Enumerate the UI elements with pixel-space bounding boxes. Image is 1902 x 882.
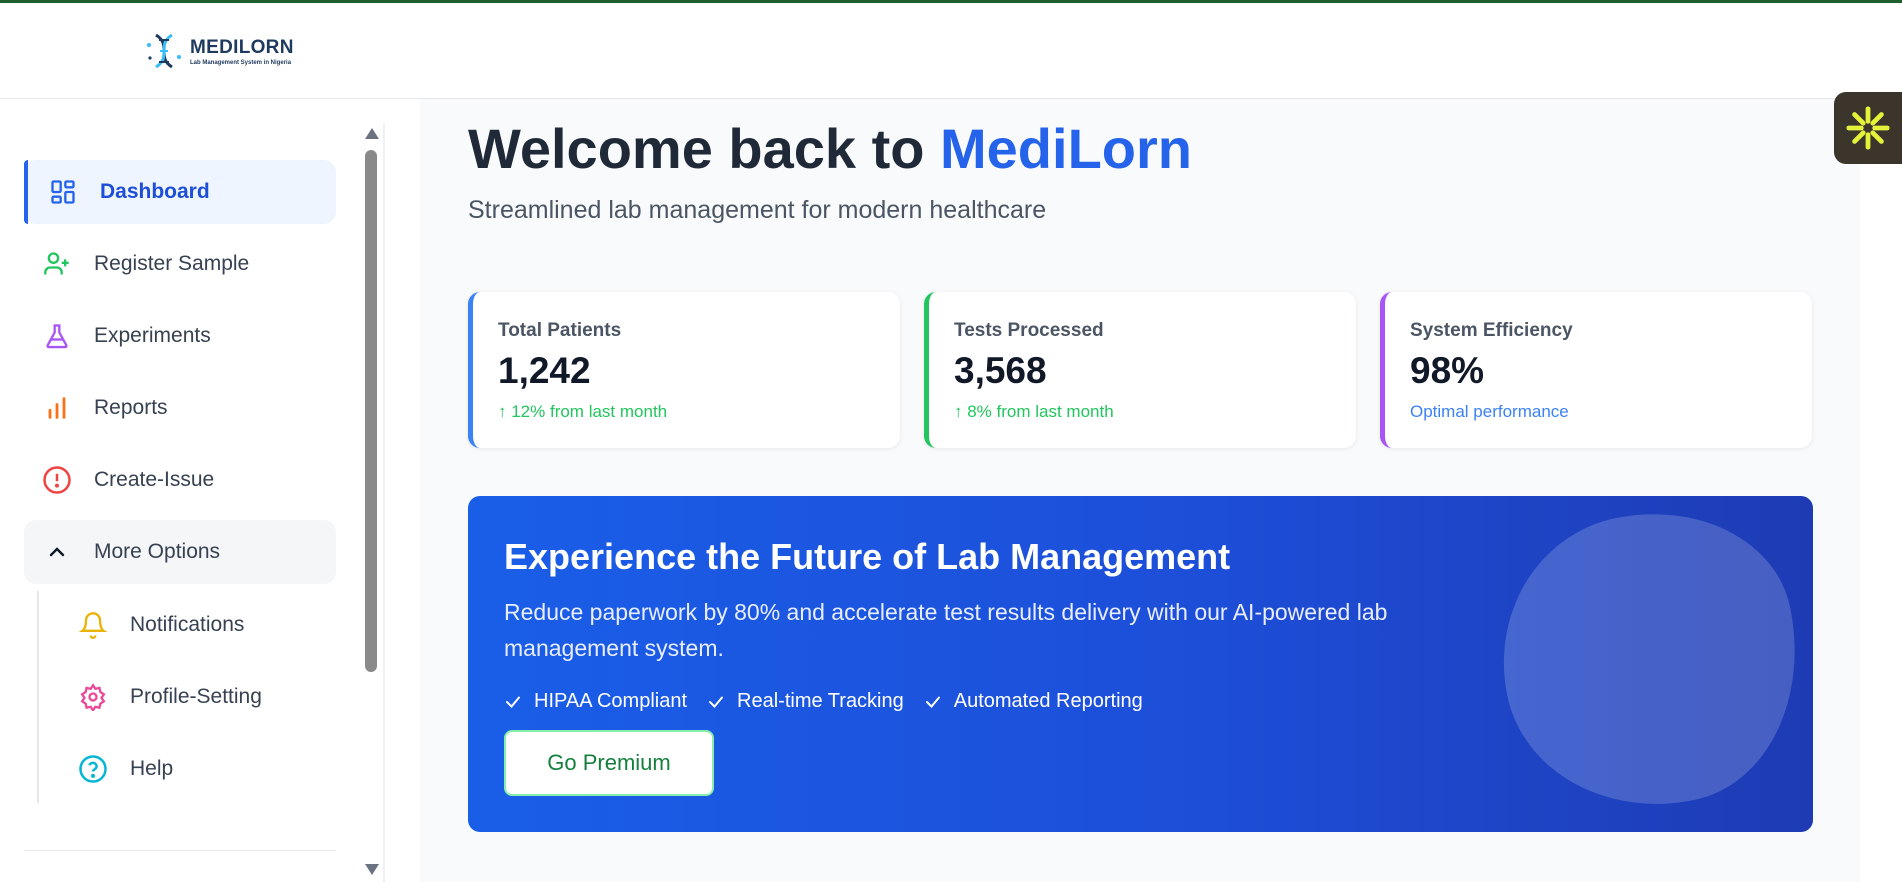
feature-item: HIPAA Compliant [504,690,687,713]
sidebar-divider [383,123,385,882]
feature-label: Automated Reporting [953,690,1143,712]
feature-list: HIPAA Compliant Real-time Tracking Autom… [504,690,1143,713]
page-title-prefix: Welcome back to [468,117,941,180]
stat-label: Tests Processed [954,320,1104,341]
feature-label: HIPAA Compliant [534,690,688,712]
settings-gear-icon [76,680,110,714]
help-circle-icon [76,752,110,786]
grid-icon [46,175,80,209]
assistant-widget-button[interactable] [1834,92,1902,164]
flask-icon [40,319,74,353]
bar-chart-icon [40,391,74,425]
sidebar-item-register-sample[interactable]: Register Sample [24,232,336,296]
brand-tagline: Lab Management System in Nigeria [190,59,292,66]
sidebar-item-dashboard[interactable]: Dashboard [24,160,336,224]
stat-note: Optimal performance [1410,402,1569,421]
scroll-up-arrow-icon[interactable] [365,128,379,139]
scroll-thumb[interactable] [365,150,377,672]
feature-item: Automated Reporting [924,690,1143,713]
feature-label: Real-time Tracking [737,690,904,712]
sidebar-item-label: Help [130,757,174,780]
sidebar-bottom-divider [24,850,336,851]
stat-card-tests-processed: Tests Processed 3,568 ↑ 8% from last mon… [924,292,1356,448]
feature-item: Real-time Tracking [707,690,904,713]
alert-circle-icon [40,463,74,497]
asterisk-logo-icon [1846,106,1890,150]
sidebar-item-notifications[interactable]: Notifications [62,595,336,655]
sidebar-item-create-issue[interactable]: Create-Issue [24,448,336,512]
sidebar: Dashboard Register Sample Experiments Re… [0,123,360,882]
stat-card-system-efficiency: System Efficiency 98% Optimal performanc… [1380,292,1812,448]
stat-value: 1,242 [498,350,591,391]
check-icon [709,696,724,708]
scroll-down-arrow-icon[interactable] [365,864,379,875]
user-plus-icon [40,247,74,281]
banner-title: Experience the Future of Lab Management [504,536,1231,577]
brand-name: MEDILORN [190,36,294,58]
sidebar-item-label: Notifications [130,613,245,636]
check-icon [925,696,940,708]
stat-label: Total Patients [498,320,622,341]
stat-note: ↑ 12% from last month [498,402,668,421]
submenu-guide-line [37,591,39,803]
sidebar-item-label: Reports [94,396,168,419]
sidebar-item-label: Create-Issue [94,468,215,491]
app-header: MEDILORN Lab Management System in Nigeri… [0,3,1902,99]
chevron-up-icon [40,535,74,569]
dna-logo-icon [147,33,181,69]
sidebar-item-experiments[interactable]: Experiments [24,304,336,368]
sidebar-item-label: Register Sample [94,252,250,275]
sidebar-item-profile-setting[interactable]: Profile-Setting [62,667,336,727]
sidebar-item-help[interactable]: Help [62,739,336,799]
brand-logo[interactable]: MEDILORN Lab Management System in Nigeri… [144,31,294,71]
sidebar-item-label: Experiments [94,324,211,347]
stat-card-total-patients: Total Patients 1,242 ↑ 12% from last mon… [468,292,900,448]
sidebar-scrollbar[interactable] [362,128,380,882]
bell-icon [76,608,110,642]
stat-label: System Efficiency [1410,320,1573,341]
sidebar-item-label: Profile-Setting [130,685,262,708]
more-options-toggle[interactable]: More Options [24,520,336,584]
sidebar-item-reports[interactable]: Reports [24,376,336,440]
check-icon [506,696,520,708]
decorative-blob [1475,496,1813,832]
go-premium-button[interactable]: Go Premium [504,730,714,796]
banner-description: Reduce paperwork by 80% and accelerate t… [504,599,1388,661]
page-title-brand: MediLorn [940,117,1192,180]
sidebar-item-label: Dashboard [100,180,210,203]
premium-banner: Experience the Future of Lab Management … [468,496,1813,832]
page-title: Welcome back to MediLorn [468,116,1192,181]
stat-note: ↑ 8% from last month [954,402,1114,421]
more-options-label: More Options [94,540,221,563]
stat-value: 3,568 [954,350,1047,391]
page-subtitle: Streamlined lab management for modern he… [468,196,1047,224]
stat-value: 98% [1410,350,1485,391]
